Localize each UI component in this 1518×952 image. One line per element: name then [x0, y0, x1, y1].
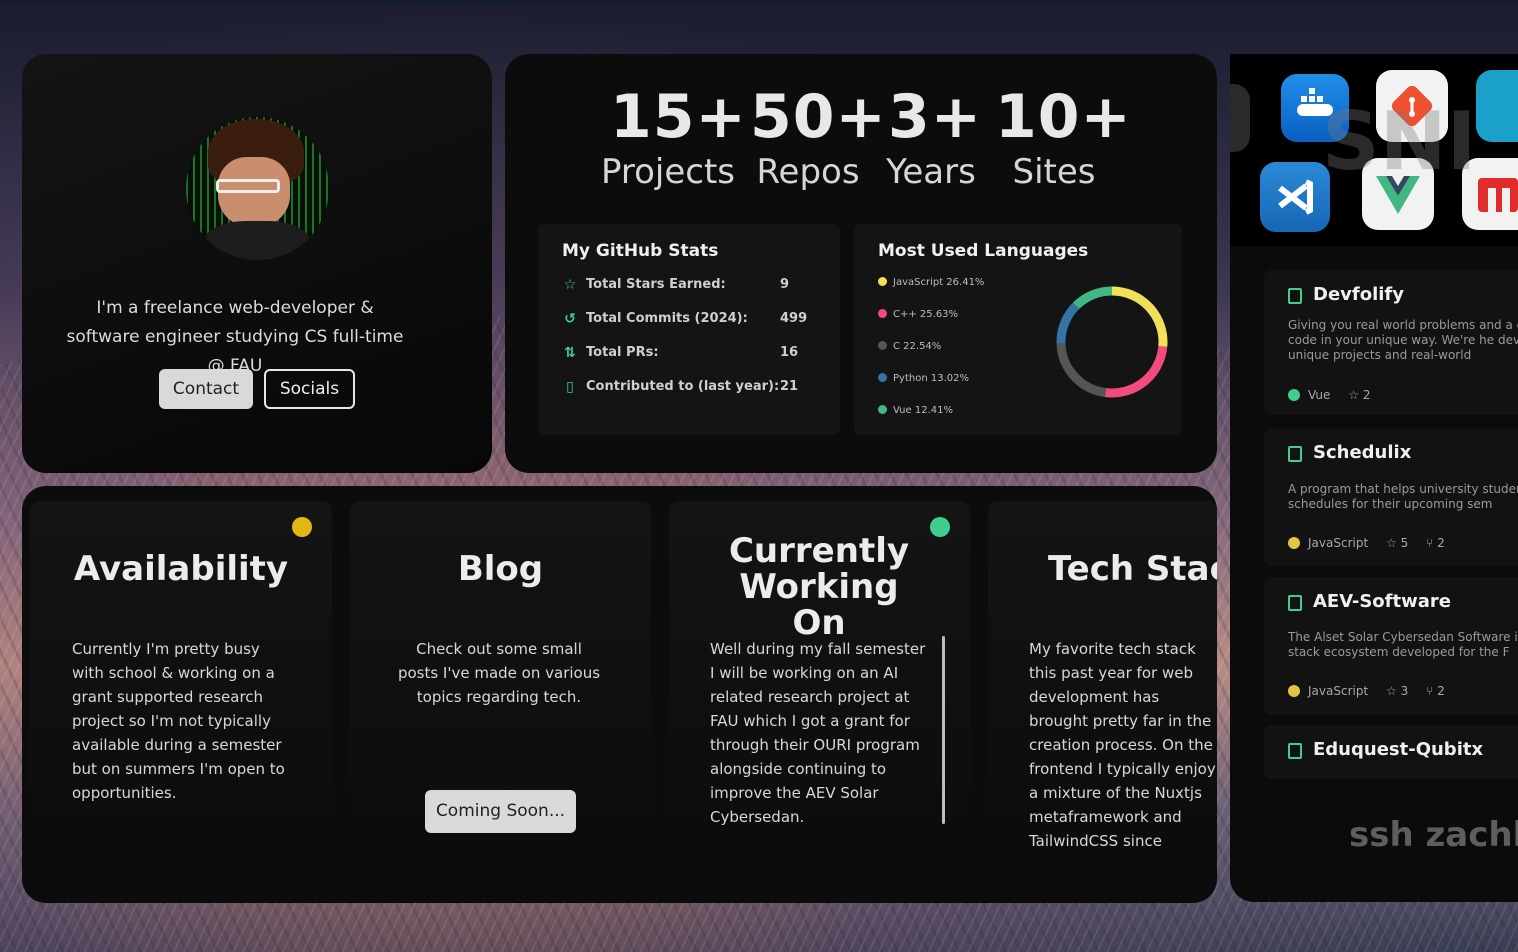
- vscode-icon[interactable]: [1260, 162, 1330, 232]
- language-dot: [878, 405, 887, 414]
- github-row-value: 16: [780, 345, 799, 360]
- github-row-label: Total Commits (2024):: [586, 311, 748, 326]
- donut-slice-c: [1056, 343, 1107, 398]
- repo-meta: JavaScript ☆ 3 ⑂ 2: [1288, 684, 1445, 698]
- avatar: [186, 117, 329, 260]
- github-row-value: 9: [780, 277, 790, 292]
- stat-label-years: Years: [886, 152, 976, 192]
- languages-title: Most Used Languages: [878, 241, 1089, 261]
- stat-value-sites: 10+: [995, 82, 1132, 152]
- tech-stack-text: My favorite tech stack this past year fo…: [1029, 640, 1216, 850]
- repo-icon: [1288, 595, 1302, 611]
- repo-card-eduquest[interactable]: Eduquest-Qubitx: [1264, 725, 1518, 779]
- repo-language: Vue: [1308, 388, 1331, 402]
- working-status-dot: [930, 517, 950, 537]
- repo-language: JavaScript: [1308, 536, 1369, 550]
- languages-donut-chart: [1056, 286, 1168, 398]
- repo-card-aev-software[interactable]: AEV-Software The Alset Solar Cybersedan …: [1264, 577, 1518, 715]
- language-dot: [1288, 537, 1300, 549]
- repo-meta: Vue ☆ 2: [1288, 388, 1370, 402]
- scrollbar[interactable]: [942, 636, 945, 824]
- repo-forks: 2: [1437, 536, 1445, 550]
- repo-description: A program that helps university students…: [1288, 482, 1518, 511]
- language-dot: [878, 277, 887, 286]
- donut-slice-vue: [1072, 286, 1113, 310]
- github-row-value: 499: [780, 311, 808, 326]
- stat-label-sites: Sites: [1012, 152, 1096, 192]
- fork-icon: ⑂: [1426, 536, 1434, 550]
- repo-card-devfolify[interactable]: Devfolify Giving you real world problems…: [1264, 270, 1518, 415]
- repo-name[interactable]: Eduquest-Qubitx: [1313, 739, 1483, 760]
- star-icon: ☆: [563, 277, 577, 293]
- language-item: C++ 25.63%: [878, 309, 958, 320]
- top-bar: [0, 0, 1518, 4]
- availability-text: Currently I'm pretty busy with school & …: [72, 640, 285, 802]
- history-icon: ↺: [564, 311, 576, 327]
- github-row-label: Contributed to (last year):: [586, 379, 780, 394]
- language-item: C 22.54%: [878, 341, 941, 352]
- contact-button[interactable]: Contact: [159, 369, 253, 409]
- coming-soon-button[interactable]: Coming Soon...: [425, 790, 576, 833]
- github-stats-title: My GitHub Stats: [562, 241, 719, 261]
- repo-name[interactable]: Devfolify: [1313, 284, 1404, 305]
- donut-slice-c: [1104, 345, 1168, 398]
- availability-card: Availability Currently I'm pretty busy w…: [30, 501, 332, 887]
- repo-language: JavaScript: [1308, 684, 1369, 698]
- stat-value-years: 3+: [887, 82, 983, 152]
- repo-stars: 5: [1400, 536, 1409, 550]
- ssh-command-text: ssh zachl.t: [1349, 815, 1518, 855]
- repo-icon: ▯: [566, 379, 574, 395]
- repo-icon: [1288, 288, 1302, 304]
- github-row-label: Total PRs:: [586, 345, 659, 360]
- language-item: Python 13.02%: [878, 373, 969, 384]
- tech-stack-card: Tech Stack My favorite tech stack this p…: [988, 501, 1217, 887]
- blog-title: Blog: [457, 549, 544, 589]
- working-on-card: Currently Working On Well during my fall…: [669, 501, 970, 887]
- stat-value-repos: 50+: [750, 82, 887, 152]
- repo-card-schedulix[interactable]: Schedulix A program that helps universit…: [1264, 428, 1518, 566]
- tech-stack-title: Tech Stack: [1048, 549, 1217, 589]
- github-stats-card: My GitHub Stats ☆ Total Stars Earned: 9 …: [538, 224, 840, 435]
- star-icon: ☆: [1348, 388, 1359, 402]
- repo-stars: 3: [1400, 684, 1409, 698]
- apps-watermark: SNI: [1322, 95, 1477, 188]
- stat-label-projects: Projects: [600, 152, 736, 192]
- app-icon-partial: [1230, 84, 1250, 152]
- language-dot: [878, 373, 887, 382]
- stat-label-repos: Repos: [756, 152, 860, 192]
- repo-stars: 2: [1362, 388, 1371, 402]
- github-row-value: 21: [780, 379, 799, 394]
- bio-text: I'm a freelance web-developer & software…: [66, 298, 404, 376]
- working-on-text: Well during my fall semester I will be w…: [710, 640, 926, 826]
- repo-icon: [1288, 446, 1302, 462]
- languages-card: Most Used Languages JavaScript 26.41% C+…: [854, 224, 1182, 435]
- go-icon[interactable]: [1476, 70, 1518, 142]
- language-dot: [878, 309, 887, 318]
- repo-name[interactable]: Schedulix: [1313, 442, 1411, 463]
- language-dot: [1288, 389, 1300, 401]
- blog-text: Check out some small posts I've made on …: [397, 640, 601, 706]
- fork-icon: ⑂: [1426, 684, 1434, 698]
- donut-slice-javascript: [1111, 286, 1168, 347]
- star-icon: ☆: [1385, 684, 1397, 698]
- stat-value-projects: 15+: [610, 82, 747, 152]
- donut-slice-python: [1056, 302, 1080, 344]
- github-row-label: Total Stars Earned:: [586, 277, 726, 292]
- repo-meta: JavaScript ☆ 5 ⑂ 2: [1288, 536, 1445, 550]
- availability-status-dot: [292, 517, 312, 537]
- repo-description: Giving you real world problems and a ch …: [1288, 318, 1518, 362]
- language-item: JavaScript 26.41%: [878, 277, 984, 288]
- repo-forks: 2: [1437, 684, 1445, 698]
- language-dot: [1288, 685, 1300, 697]
- repo-name[interactable]: AEV-Software: [1313, 591, 1451, 612]
- working-on-title: Currently Working On: [728, 531, 910, 643]
- language-dot: [878, 341, 887, 350]
- repo-icon: [1288, 743, 1302, 759]
- repo-description: The Alset Solar Cybersedan Software is a…: [1288, 630, 1518, 659]
- language-item: Vue 12.41%: [878, 405, 953, 416]
- star-icon: ☆: [1385, 536, 1397, 550]
- availability-title: Availability: [73, 549, 289, 589]
- socials-button[interactable]: Socials: [264, 369, 355, 409]
- pull-request-icon: ⇅: [564, 345, 576, 361]
